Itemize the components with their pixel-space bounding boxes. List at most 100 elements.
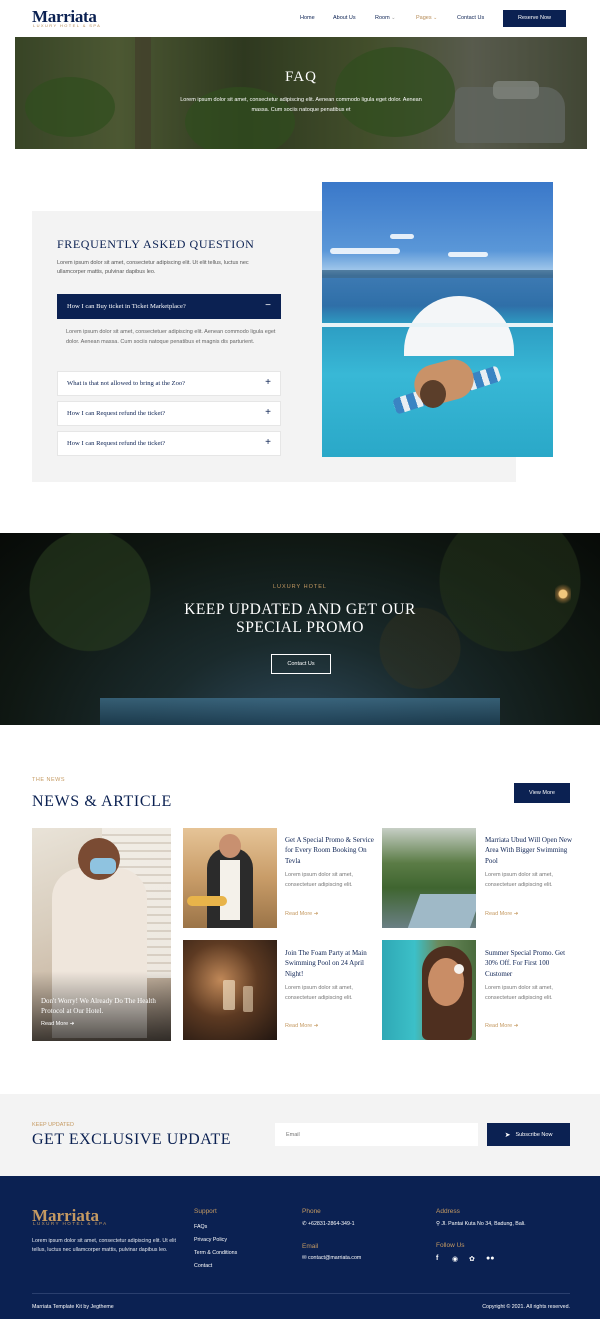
read-more-label: Read More [485,1023,513,1029]
address-value: ⚲ Jl. Pantai Kuta No 34, Badung, Bali. [436,1221,526,1227]
arrow-right-icon: ➜ [513,1023,519,1029]
chevron-down-icon: ⌄ [391,15,396,21]
faq-item-2[interactable]: What is that not allowed to bring at the… [57,371,281,396]
tripadvisor-icon[interactable]: ●● [486,1255,494,1262]
hero-overlay [15,37,587,149]
swimmer-hair [420,380,446,408]
waiter-face [219,834,241,858]
footer-link-terms[interactable]: Term & Conditions [194,1250,237,1256]
cloud [330,248,400,254]
faq-item-1[interactable]: How I can Buy ticket in Ticket Marketpla… [57,294,281,319]
nav-room[interactable]: Room ⌄ [375,15,395,21]
faq-intro: Lorem ipsum dolor sit amet, consectetur … [57,260,249,275]
contact-us-button[interactable]: Contact Us [271,654,331,674]
email-heading: Email [302,1243,319,1250]
envelope-icon: ✉ [302,1255,307,1261]
footer-link-contact[interactable]: Contact [194,1263,212,1269]
faq-answer: Lorem ipsum dolor sit amet, consectetuer… [66,329,276,345]
footer-logo-subtitle: LUXURY HOTEL & SPA [33,1221,108,1226]
faq-item-4[interactable]: How I can Request refund the ticket? + [57,431,281,456]
article-excerpt: Lorem ipsum dolor sit amet, consectetuer… [485,985,553,1001]
arrow-right-icon: ➜ [313,1023,319,1029]
phone-heading: Phone [302,1208,321,1215]
faq-question: What is that not allowed to bring at the… [67,380,186,387]
faq-question: How I can Request refund the ticket? [67,440,166,447]
pool-image [322,182,553,457]
article-title[interactable]: Get A Special Promo & Service for Every … [285,835,375,866]
cloud [448,252,488,257]
read-more-link[interactable]: Read More ➜ [285,911,318,917]
faq-item-3[interactable]: How I can Request refund the ticket? + [57,401,281,426]
wine-glass [243,986,253,1012]
news-title: NEWS & ARTICLE [32,793,172,810]
article-title[interactable]: Marriata Ubud Will Open New Area With Bi… [485,835,575,866]
phone-value[interactable]: ✆ +62831-2864-349-1 [302,1221,355,1227]
article-title[interactable]: Summer Special Promo. Get 30% Off. For F… [485,948,575,979]
article-title[interactable]: Join The Foam Party at Main Swimming Poo… [285,948,375,979]
article-excerpt: Lorem ipsum dolor sit amet, consectetuer… [285,985,353,1001]
plus-icon: + [265,407,271,418]
email-value[interactable]: ✉ contact@marriata.com [302,1255,361,1261]
nav-pages[interactable]: Pages ⌄ [416,15,437,21]
site-header: Marriata LUXURY HOTEL & SPA Home About U… [0,0,600,36]
article-thumb[interactable] [183,828,277,928]
article-excerpt: Lorem ipsum dolor sit amet, consectetuer… [285,872,353,888]
instagram-icon[interactable]: ◉ [452,1255,458,1263]
read-more-link[interactable]: Read More ➜ [485,1023,518,1029]
footer-divider [32,1293,570,1294]
follow-heading: Follow Us [436,1242,465,1249]
nav-about[interactable]: About Us [333,15,356,21]
food-tray [187,896,227,906]
faq-question: How I can Request refund the ticket? [67,410,166,417]
arrow-right-icon: ➜ [69,1021,75,1027]
read-more-label: Read More [285,911,313,917]
footer-copyright: Copyright © 2021. All rights reserved. [482,1304,570,1310]
reserve-button[interactable]: Reserve Now [503,10,566,27]
nav-pages-label: Pages [416,15,432,21]
support-heading: Support [194,1208,217,1215]
address-heading: Address [436,1208,460,1215]
nav-contact[interactable]: Contact Us [457,15,484,21]
hair-flower [454,964,464,974]
address-text: Jl. Pantai Kuta No 34, Badung, Bali. [441,1221,526,1227]
promo-title: KEEP UPDATED AND GET OUR SPECIAL PROMO [184,601,416,636]
news-kicker: THE NEWS [32,777,66,783]
logo-subtitle: LUXURY HOTEL & SPA [33,23,102,28]
read-more-link[interactable]: Read More ➜ [485,911,518,917]
featured-read-more[interactable]: Read More ➜ [41,1021,74,1027]
read-more-link[interactable]: Read More ➜ [285,1023,318,1029]
promo-kicker: LUXURY HOTEL [273,584,327,590]
footer-about: Lorem ipsum dolor sit amet, consectetur … [32,1238,176,1254]
footer-link-privacy[interactable]: Privacy Policy [194,1237,227,1243]
plus-icon: + [265,377,271,388]
phone-icon: ✆ [302,1221,307,1227]
read-more-label: Read More [285,1023,313,1029]
facebook-icon[interactable]: f [436,1255,438,1262]
faq-title: FREQUENTLY ASKED QUESTION [57,237,255,251]
cloud [390,234,414,239]
article-excerpt: Lorem ipsum dolor sit amet, consectetuer… [485,872,553,888]
face-mask [90,858,116,874]
view-more-button[interactable]: View More [514,783,570,803]
twitter-icon[interactable]: ✿ [469,1255,475,1263]
article-thumb[interactable] [382,828,476,928]
hero-text: Lorem ipsum dolor sit amet, consectetur … [180,97,422,113]
coastline [322,270,553,278]
nav-home[interactable]: Home [300,15,315,21]
nav-room-label: Room [375,15,390,21]
email-input[interactable] [275,1123,478,1146]
hero-title: FAQ [285,69,317,85]
subscribe-button[interactable]: ➤ Subscribe Now [487,1123,570,1146]
read-more-label: Read More [41,1021,69,1027]
featured-article-title[interactable]: Don't Worry! We Already Do The Health Pr… [41,996,166,1016]
chevron-down-icon: ⌄ [433,15,438,21]
footer-link-faqs[interactable]: FAQs [194,1224,207,1230]
article-thumb[interactable] [382,940,476,1040]
pool-edge [322,323,553,327]
article-thumb[interactable] [183,940,277,1040]
map-pin-icon: ⚲ [436,1221,440,1227]
email-text: contact@marriata.com [307,1255,362,1261]
phone-text: +62831-2864-349-1 [307,1221,355,1227]
minus-icon: − [265,300,271,311]
night-pool [100,698,500,725]
